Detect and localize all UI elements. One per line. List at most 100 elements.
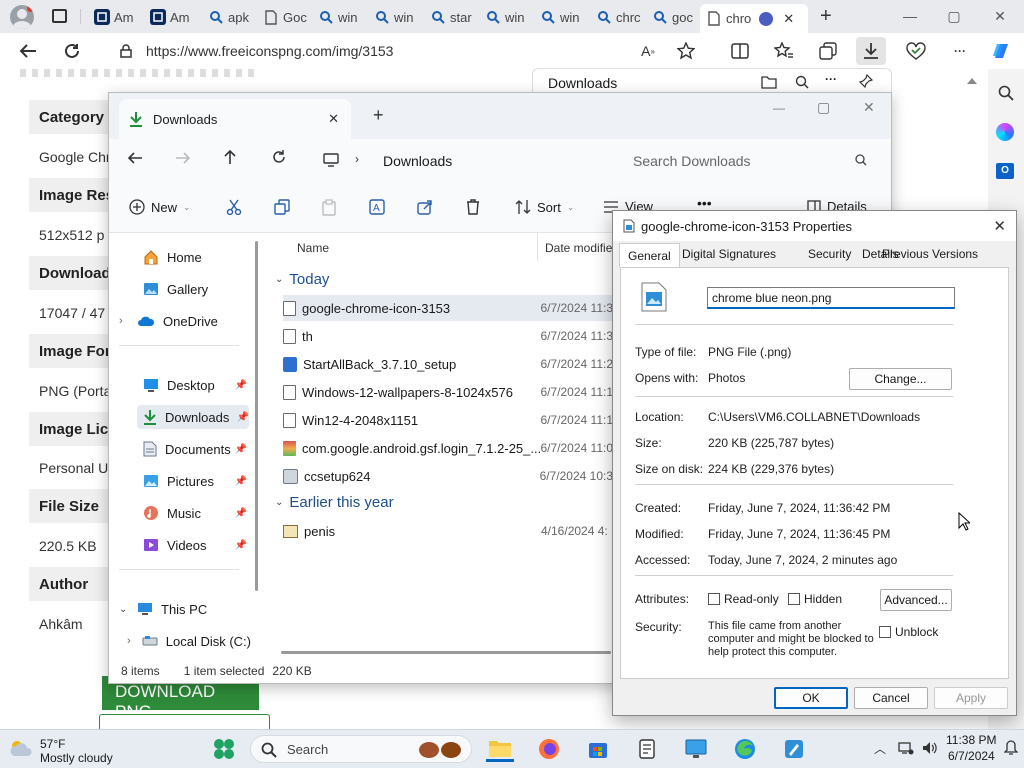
- checkbox-box[interactable]: [879, 626, 891, 638]
- close-button[interactable]: ✕: [986, 6, 1014, 26]
- explorer-maximize-button[interactable]: ▢: [817, 99, 830, 116]
- explorer-new-tab-button[interactable]: +: [373, 105, 384, 126]
- clock-date[interactable]: 6/7/2024: [948, 749, 995, 763]
- apply-button[interactable]: Apply: [934, 687, 1008, 709]
- taskbar-search-box[interactable]: Search: [250, 735, 472, 763]
- lock-icon[interactable]: [120, 44, 132, 58]
- search-input[interactable]: Search Downloads: [633, 153, 751, 169]
- copilot-icon[interactable]: [990, 39, 1014, 63]
- sidebar-item-videos[interactable]: Videos 📌: [143, 533, 247, 557]
- chevron-right-icon[interactable]: ›: [127, 635, 134, 647]
- column-header-date[interactable]: Date modifie: [545, 241, 612, 255]
- sidebar-item-downloads[interactable]: Downloads 📌: [137, 405, 249, 429]
- rename-icon[interactable]: A: [369, 199, 385, 215]
- edge-icon[interactable]: [731, 736, 759, 762]
- refresh-icon[interactable]: [271, 149, 287, 165]
- delete-icon[interactable]: [466, 199, 480, 215]
- table-row[interactable]: penis 4/16/2024 4:: [283, 518, 613, 544]
- sidebar-item-desktop[interactable]: Desktop 📌: [143, 373, 247, 397]
- change-button[interactable]: Change...: [849, 368, 952, 390]
- paste-icon[interactable]: [321, 199, 337, 216]
- sidebar-item-gallery[interactable]: Gallery: [143, 277, 243, 301]
- chevron-down-icon[interactable]: ⌄: [119, 604, 129, 615]
- explorer-tab[interactable]: Downloads ✕: [119, 99, 351, 139]
- pin-icon[interactable]: [859, 74, 873, 88]
- browser-tab[interactable]: Goc: [263, 6, 311, 28]
- ok-button[interactable]: OK: [774, 687, 848, 709]
- more-icon[interactable]: ···: [825, 72, 837, 86]
- browser-tab[interactable]: Am: [94, 6, 142, 28]
- start-button[interactable]: [210, 736, 238, 762]
- browser-tab[interactable]: goc: [652, 6, 700, 28]
- sidebar-scrollbar[interactable]: [255, 241, 258, 591]
- table-row[interactable]: StartAllBack_3.7.10_setup 6/7/2024 11:2: [283, 351, 613, 377]
- sidebar-item-home[interactable]: Home: [143, 245, 243, 269]
- browser-tab[interactable]: chrc: [596, 6, 644, 28]
- table-row[interactable]: com.google.android.gsf.login_7.1.2-25_..…: [283, 435, 613, 461]
- browser-tab[interactable]: Am: [150, 6, 198, 28]
- chevron-right-icon[interactable]: ›: [119, 315, 129, 327]
- table-row[interactable]: th 6/7/2024 11:3: [283, 323, 613, 349]
- open-folder-icon[interactable]: [761, 75, 777, 89]
- read-aloud-icon[interactable]: A»: [636, 39, 660, 63]
- tab-previous-versions[interactable]: Previous Versions: [882, 247, 978, 261]
- search-icon[interactable]: [998, 85, 1014, 101]
- tab-actions-icon[interactable]: [52, 9, 67, 23]
- more-options-icon[interactable]: ···: [948, 39, 972, 63]
- group-header-today[interactable]: ⌄ Today: [275, 271, 329, 288]
- favorite-star-icon[interactable]: [674, 39, 698, 63]
- file-explorer-taskbar-icon[interactable]: [486, 736, 514, 762]
- paint-icon[interactable]: [780, 736, 808, 762]
- sidebar-item-local-disk[interactable]: › Local Disk (C:): [127, 629, 251, 653]
- volume-icon[interactable]: [922, 741, 938, 755]
- network-icon[interactable]: [898, 741, 914, 755]
- sidebar-item-this-pc[interactable]: ⌄ This PC: [119, 597, 243, 621]
- close-tab-icon[interactable]: ✕: [328, 111, 339, 127]
- weather-widget[interactable]: 57°F Mostly cloudy: [6, 734, 136, 766]
- browser-tab[interactable]: win: [485, 6, 533, 28]
- table-row[interactable]: Win12-4-2048x1151 6/7/2024 11:1: [283, 407, 613, 433]
- sidebar-item-pictures[interactable]: Pictures 📌: [143, 469, 247, 493]
- taskbar-search-input[interactable]: Search: [287, 742, 328, 757]
- back-icon[interactable]: [127, 151, 143, 165]
- secondary-button-outline[interactable]: [99, 714, 270, 730]
- maximize-button[interactable]: ▢: [940, 6, 968, 26]
- forward-icon[interactable]: [175, 151, 191, 165]
- table-row[interactable]: ccsetup624 6/7/2024 10:3: [283, 463, 613, 489]
- browser-tab[interactable]: star: [430, 6, 478, 28]
- tab-security[interactable]: Security: [808, 247, 851, 261]
- browser-essentials-icon[interactable]: [904, 39, 928, 63]
- up-icon[interactable]: [223, 149, 237, 165]
- address-box[interactable]: › Downloads: [313, 143, 607, 177]
- checkbox-box[interactable]: [788, 593, 800, 605]
- new-tab-button[interactable]: +: [820, 5, 832, 28]
- more-options-icon[interactable]: •••: [697, 195, 712, 211]
- author-value[interactable]: Ahkâm: [39, 616, 83, 632]
- split-screen-icon[interactable]: [728, 39, 752, 63]
- refresh-icon[interactable]: [60, 39, 84, 63]
- explorer-minimize-button[interactable]: —: [773, 101, 785, 115]
- close-icon[interactable]: ✕: [993, 217, 1006, 235]
- cancel-button[interactable]: Cancel: [854, 687, 928, 709]
- browser-tab[interactable]: apk: [208, 6, 256, 28]
- address-bar[interactable]: https://www.freeiconspng.com/img/3153: [108, 37, 722, 65]
- pin-icon[interactable]: 📌: [235, 380, 247, 391]
- unblock-checkbox[interactable]: Unblock: [879, 625, 938, 639]
- sort-button[interactable]: Sort ⌄: [515, 199, 574, 215]
- table-row[interactable]: google-chrome-icon-3153 6/7/2024 11:3: [283, 295, 613, 321]
- new-button[interactable]: New ⌄: [129, 199, 191, 215]
- notepad-icon[interactable]: [633, 736, 661, 762]
- microsoft-store-icon[interactable]: [584, 736, 612, 762]
- search-downloads-icon[interactable]: [795, 75, 809, 89]
- notification-bell-icon[interactable]: [1004, 740, 1018, 756]
- url-text[interactable]: https://www.freeiconspng.com/img/3153: [146, 43, 393, 59]
- pin-icon[interactable]: 📌: [235, 540, 247, 551]
- pin-icon[interactable]: 📌: [235, 476, 247, 487]
- readonly-checkbox[interactable]: Read-only: [708, 592, 779, 606]
- firefox-icon[interactable]: [535, 736, 563, 762]
- profile-avatar[interactable]: [10, 5, 34, 29]
- table-row[interactable]: Windows-12-wallpapers-8-1024x576 6/7/202…: [283, 379, 613, 405]
- browser-tab[interactable]: win: [318, 6, 366, 28]
- pin-icon[interactable]: 📌: [235, 444, 247, 455]
- downloads-icon[interactable]: [856, 37, 886, 65]
